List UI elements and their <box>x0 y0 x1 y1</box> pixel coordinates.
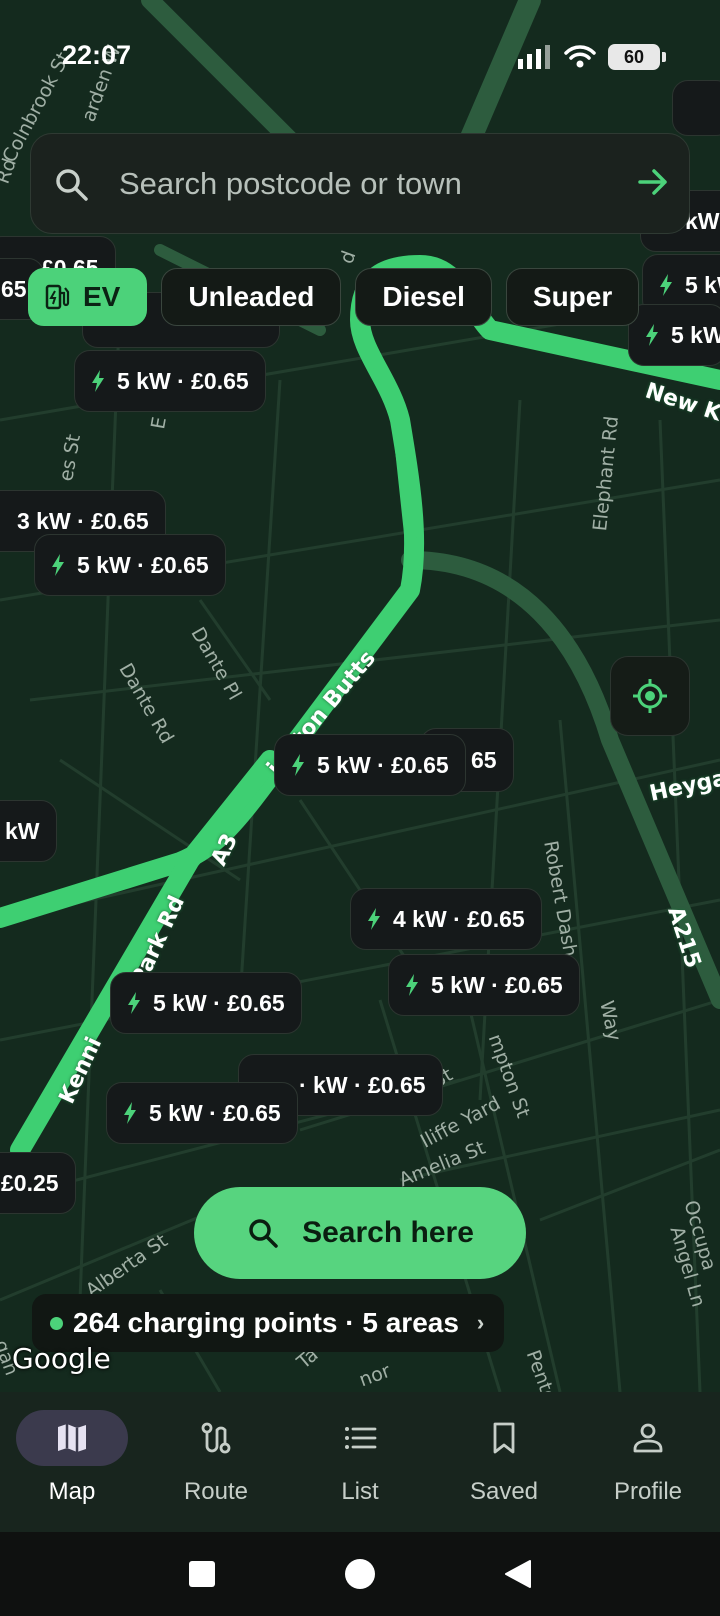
tab-route[interactable]: Route <box>146 1410 286 1506</box>
list-icon <box>345 1427 377 1449</box>
bolt-icon <box>660 274 672 296</box>
chip-unleaded[interactable]: Unleaded <box>161 268 342 326</box>
chip-label: Diesel <box>382 281 465 312</box>
back-button[interactable] <box>504 1559 532 1589</box>
search-icon <box>56 169 88 201</box>
charger-pin-partial[interactable]: 5 kW <box>628 304 720 366</box>
bolt-icon <box>128 992 140 1014</box>
bolt-icon <box>292 754 304 776</box>
status-dot <box>50 1316 63 1330</box>
tab-indicator <box>16 1410 128 1466</box>
person-icon <box>633 1423 663 1453</box>
ev-station-icon <box>45 284 70 310</box>
charger-pin-partial[interactable]: £0.25 <box>0 1152 76 1214</box>
tab-label: Profile <box>613 1478 683 1505</box>
signal-icon <box>518 45 550 69</box>
search-bar[interactable] <box>30 133 690 234</box>
tab-list[interactable]: List <box>290 1410 430 1506</box>
charger-pin[interactable]: 5 kW · £0.65 <box>274 734 466 796</box>
charger-pin[interactable]: 5 kW · £0.65 <box>388 954 580 1016</box>
charger-pin-partial[interactable]: kW <box>0 800 57 862</box>
google-attribution: Google <box>12 1342 111 1375</box>
tab-indicator <box>448 1410 560 1466</box>
recents-button[interactable] <box>188 1560 216 1588</box>
tab-saved[interactable]: Saved <box>434 1410 574 1506</box>
pin-label: 5 kW · £0.65 <box>117 367 249 394</box>
status-time: 22:07 <box>62 40 132 70</box>
fuel-filter-chips: EV Unleaded Diesel Super <box>28 268 640 326</box>
chip-label: EV <box>83 281 121 312</box>
search-here-button[interactable]: Search here <box>194 1187 526 1279</box>
home-button[interactable] <box>344 1558 376 1590</box>
chip-ev[interactable]: EV <box>28 268 148 326</box>
tab-indicator <box>592 1410 704 1466</box>
chip-diesel[interactable]: Diesel <box>355 268 492 326</box>
bolt-icon <box>406 974 418 996</box>
bottom-navigation: Map Route List Saved Profile <box>0 1392 720 1532</box>
chevron-right-icon: › <box>476 1310 485 1335</box>
search-input[interactable] <box>119 159 639 209</box>
pin-label: 3 kW · £0.65 <box>17 507 149 534</box>
pin-label: 5 kW · £0.65 <box>317 751 449 778</box>
charger-pin[interactable]: 5 kW · £0.65 <box>106 1082 298 1144</box>
tab-indicator <box>304 1410 416 1466</box>
pin-label: 5 kW · £0.65 <box>153 989 285 1016</box>
status-bar: 22:07 60 <box>0 0 720 116</box>
search-here-label: Search here <box>302 1216 474 1249</box>
bolt-icon <box>646 324 658 346</box>
status-icons: 60 <box>518 44 666 70</box>
tab-indicator <box>160 1410 272 1466</box>
map-icon <box>58 1424 86 1452</box>
chip-label: Super <box>532 281 613 312</box>
charger-pin[interactable]: 5 kW · £0.65 <box>110 972 302 1034</box>
chip-super[interactable]: Super <box>505 268 640 326</box>
bolt-icon <box>92 370 104 392</box>
pin-label: 5 kW · £0.65 <box>149 1099 281 1126</box>
system-navigation-bar <box>0 1532 720 1616</box>
search-icon <box>249 1219 278 1248</box>
bolt-icon <box>368 908 380 930</box>
charger-pin[interactable]: 5 kW · £0.65 <box>34 534 226 596</box>
route-icon <box>201 1422 231 1454</box>
charger-pin[interactable]: 5 kW · £0.65 <box>74 350 266 412</box>
bolt-icon <box>52 554 64 576</box>
tab-map[interactable]: Map <box>2 1410 142 1506</box>
pin-label: 5 kW · £0.65 <box>431 971 563 998</box>
results-summary-text: 264 charging points · 5 areas <box>73 1307 459 1338</box>
tab-label: Map <box>48 1478 96 1505</box>
tab-label: Route <box>183 1478 249 1505</box>
wifi-icon <box>564 45 596 68</box>
arrow-right-icon[interactable] <box>635 164 671 200</box>
tab-label: List <box>341 1478 379 1505</box>
tab-profile[interactable]: Profile <box>578 1410 718 1506</box>
chip-label: Unleaded <box>188 281 315 312</box>
charger-pin[interactable]: 4 kW · £0.65 <box>350 888 542 950</box>
bookmark-icon <box>493 1422 515 1454</box>
pin-label: 4 kW · £0.65 <box>393 905 525 932</box>
battery-icon: 60 <box>608 44 666 70</box>
pin-label: 5 kW · £0.65 <box>77 551 209 578</box>
crosshair-icon <box>633 679 667 713</box>
tab-label: Saved <box>469 1478 539 1505</box>
bolt-icon <box>124 1102 136 1124</box>
my-location-button[interactable] <box>610 656 690 736</box>
